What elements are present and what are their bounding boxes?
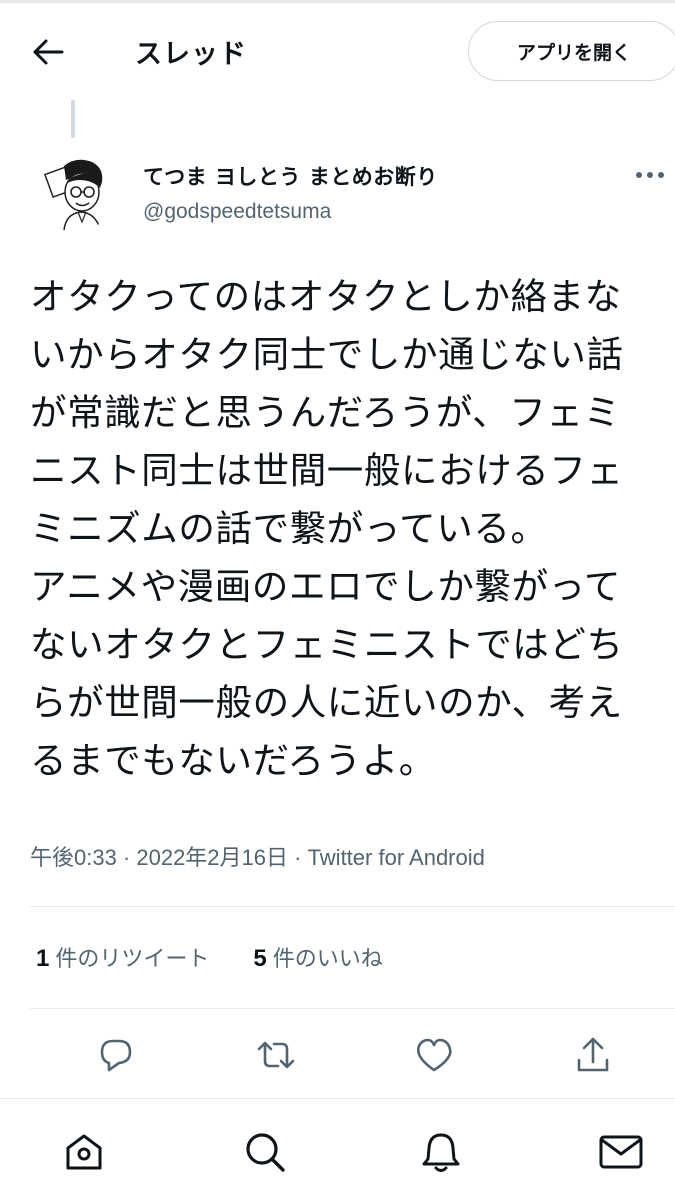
engagement-stats: 1 件のリツイート 5 件のいいね — [36, 941, 383, 973]
retweet-count: 1 — [36, 945, 50, 972]
notifications-icon — [419, 1130, 463, 1174]
nav-search[interactable] — [240, 1127, 290, 1177]
share-icon — [575, 1036, 611, 1074]
nav-notifications[interactable] — [416, 1127, 466, 1177]
display-name[interactable]: てつま ヨしとう まとめお断り — [143, 161, 438, 191]
nav-messages[interactable] — [596, 1127, 646, 1177]
arrow-left-icon — [32, 38, 64, 66]
like-count: 5 — [253, 945, 267, 972]
page-title: スレッド — [135, 39, 247, 70]
divider — [30, 906, 675, 907]
like-stat[interactable]: 5 件のいいね — [253, 941, 382, 973]
like-label: 件のいいね — [272, 947, 383, 972]
messages-icon — [598, 1132, 644, 1172]
tweet-actions — [0, 1032, 675, 1078]
retweet-icon — [256, 1037, 296, 1073]
thread-connector-line — [71, 100, 75, 138]
more-options-button[interactable] — [628, 160, 672, 190]
divider — [30, 1008, 675, 1009]
search-icon — [243, 1130, 287, 1174]
user-handle[interactable]: @godspeedtetsuma — [143, 200, 331, 224]
share-button[interactable] — [570, 1032, 616, 1078]
like-icon — [414, 1037, 454, 1073]
like-button[interactable] — [411, 1032, 457, 1078]
top-bar: スレッド アプリを開く — [0, 0, 675, 100]
tweet-timestamp[interactable]: 午後0:33 · 2022年2月16日 · Twitter for Androi… — [30, 840, 485, 872]
more-dots-icon — [635, 171, 665, 179]
nav-home[interactable] — [59, 1127, 109, 1177]
open-app-button[interactable]: アプリを開く — [468, 21, 675, 81]
bottom-navigation — [0, 1098, 675, 1200]
home-icon — [62, 1130, 106, 1174]
tweet-text: オタクってのはオタクとしか絡まないからオタク同士でしか通じない話が常識だと思うん… — [30, 275, 624, 782]
back-button[interactable] — [26, 30, 70, 74]
retweet-stat[interactable]: 1 件のリツイート — [36, 941, 209, 973]
reply-button[interactable] — [93, 1032, 139, 1078]
retweet-button[interactable] — [253, 1032, 299, 1078]
retweet-label: 件のリツイート — [55, 947, 210, 972]
reply-icon — [97, 1036, 135, 1074]
avatar[interactable] — [34, 150, 116, 232]
